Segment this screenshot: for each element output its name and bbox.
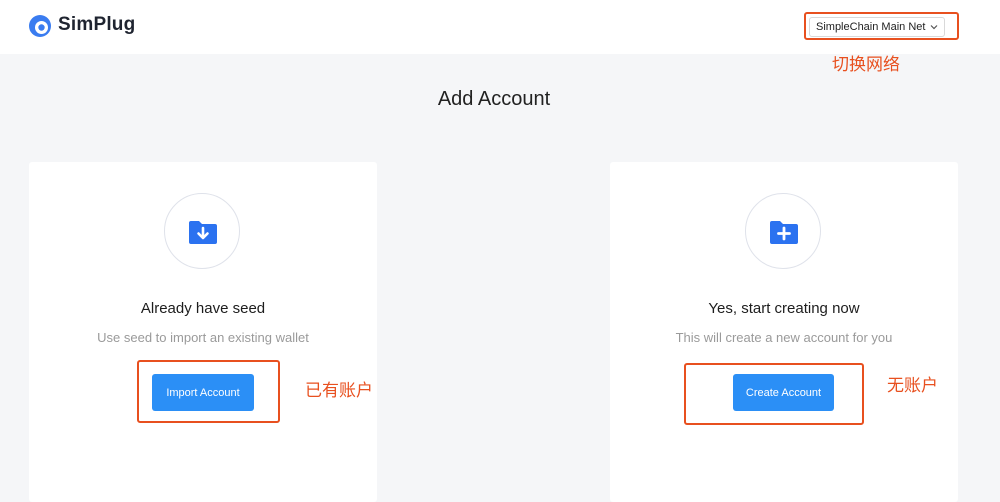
simplug-logo-icon: [29, 15, 51, 37]
import-icon-circle: [164, 193, 240, 269]
create-icon-circle: [745, 193, 821, 269]
page-title: Add Account: [437, 88, 551, 110]
folder-download-icon: [189, 221, 217, 244]
create-annotation-label: 无账户: [887, 376, 938, 396]
import-card: Already have seed Use seed to import an …: [29, 162, 377, 502]
create-card: Yes, start creating now This will create…: [610, 162, 958, 502]
network-annotation-label: 切换网络: [832, 55, 900, 75]
create-annotation-box: [684, 363, 864, 425]
folder-add-icon: [770, 221, 798, 244]
create-card-description: This will create a new account for you: [675, 330, 893, 345]
network-annotation-box: [804, 12, 959, 40]
import-card-heading: Already have seed: [140, 300, 266, 317]
create-card-heading: Yes, start creating now: [708, 300, 860, 317]
import-annotation-box: [137, 360, 280, 423]
import-card-description: Use seed to import an existing wallet: [97, 330, 309, 345]
import-annotation-label: 已有账户: [305, 381, 373, 401]
app-name: SimPlug: [58, 14, 136, 35]
